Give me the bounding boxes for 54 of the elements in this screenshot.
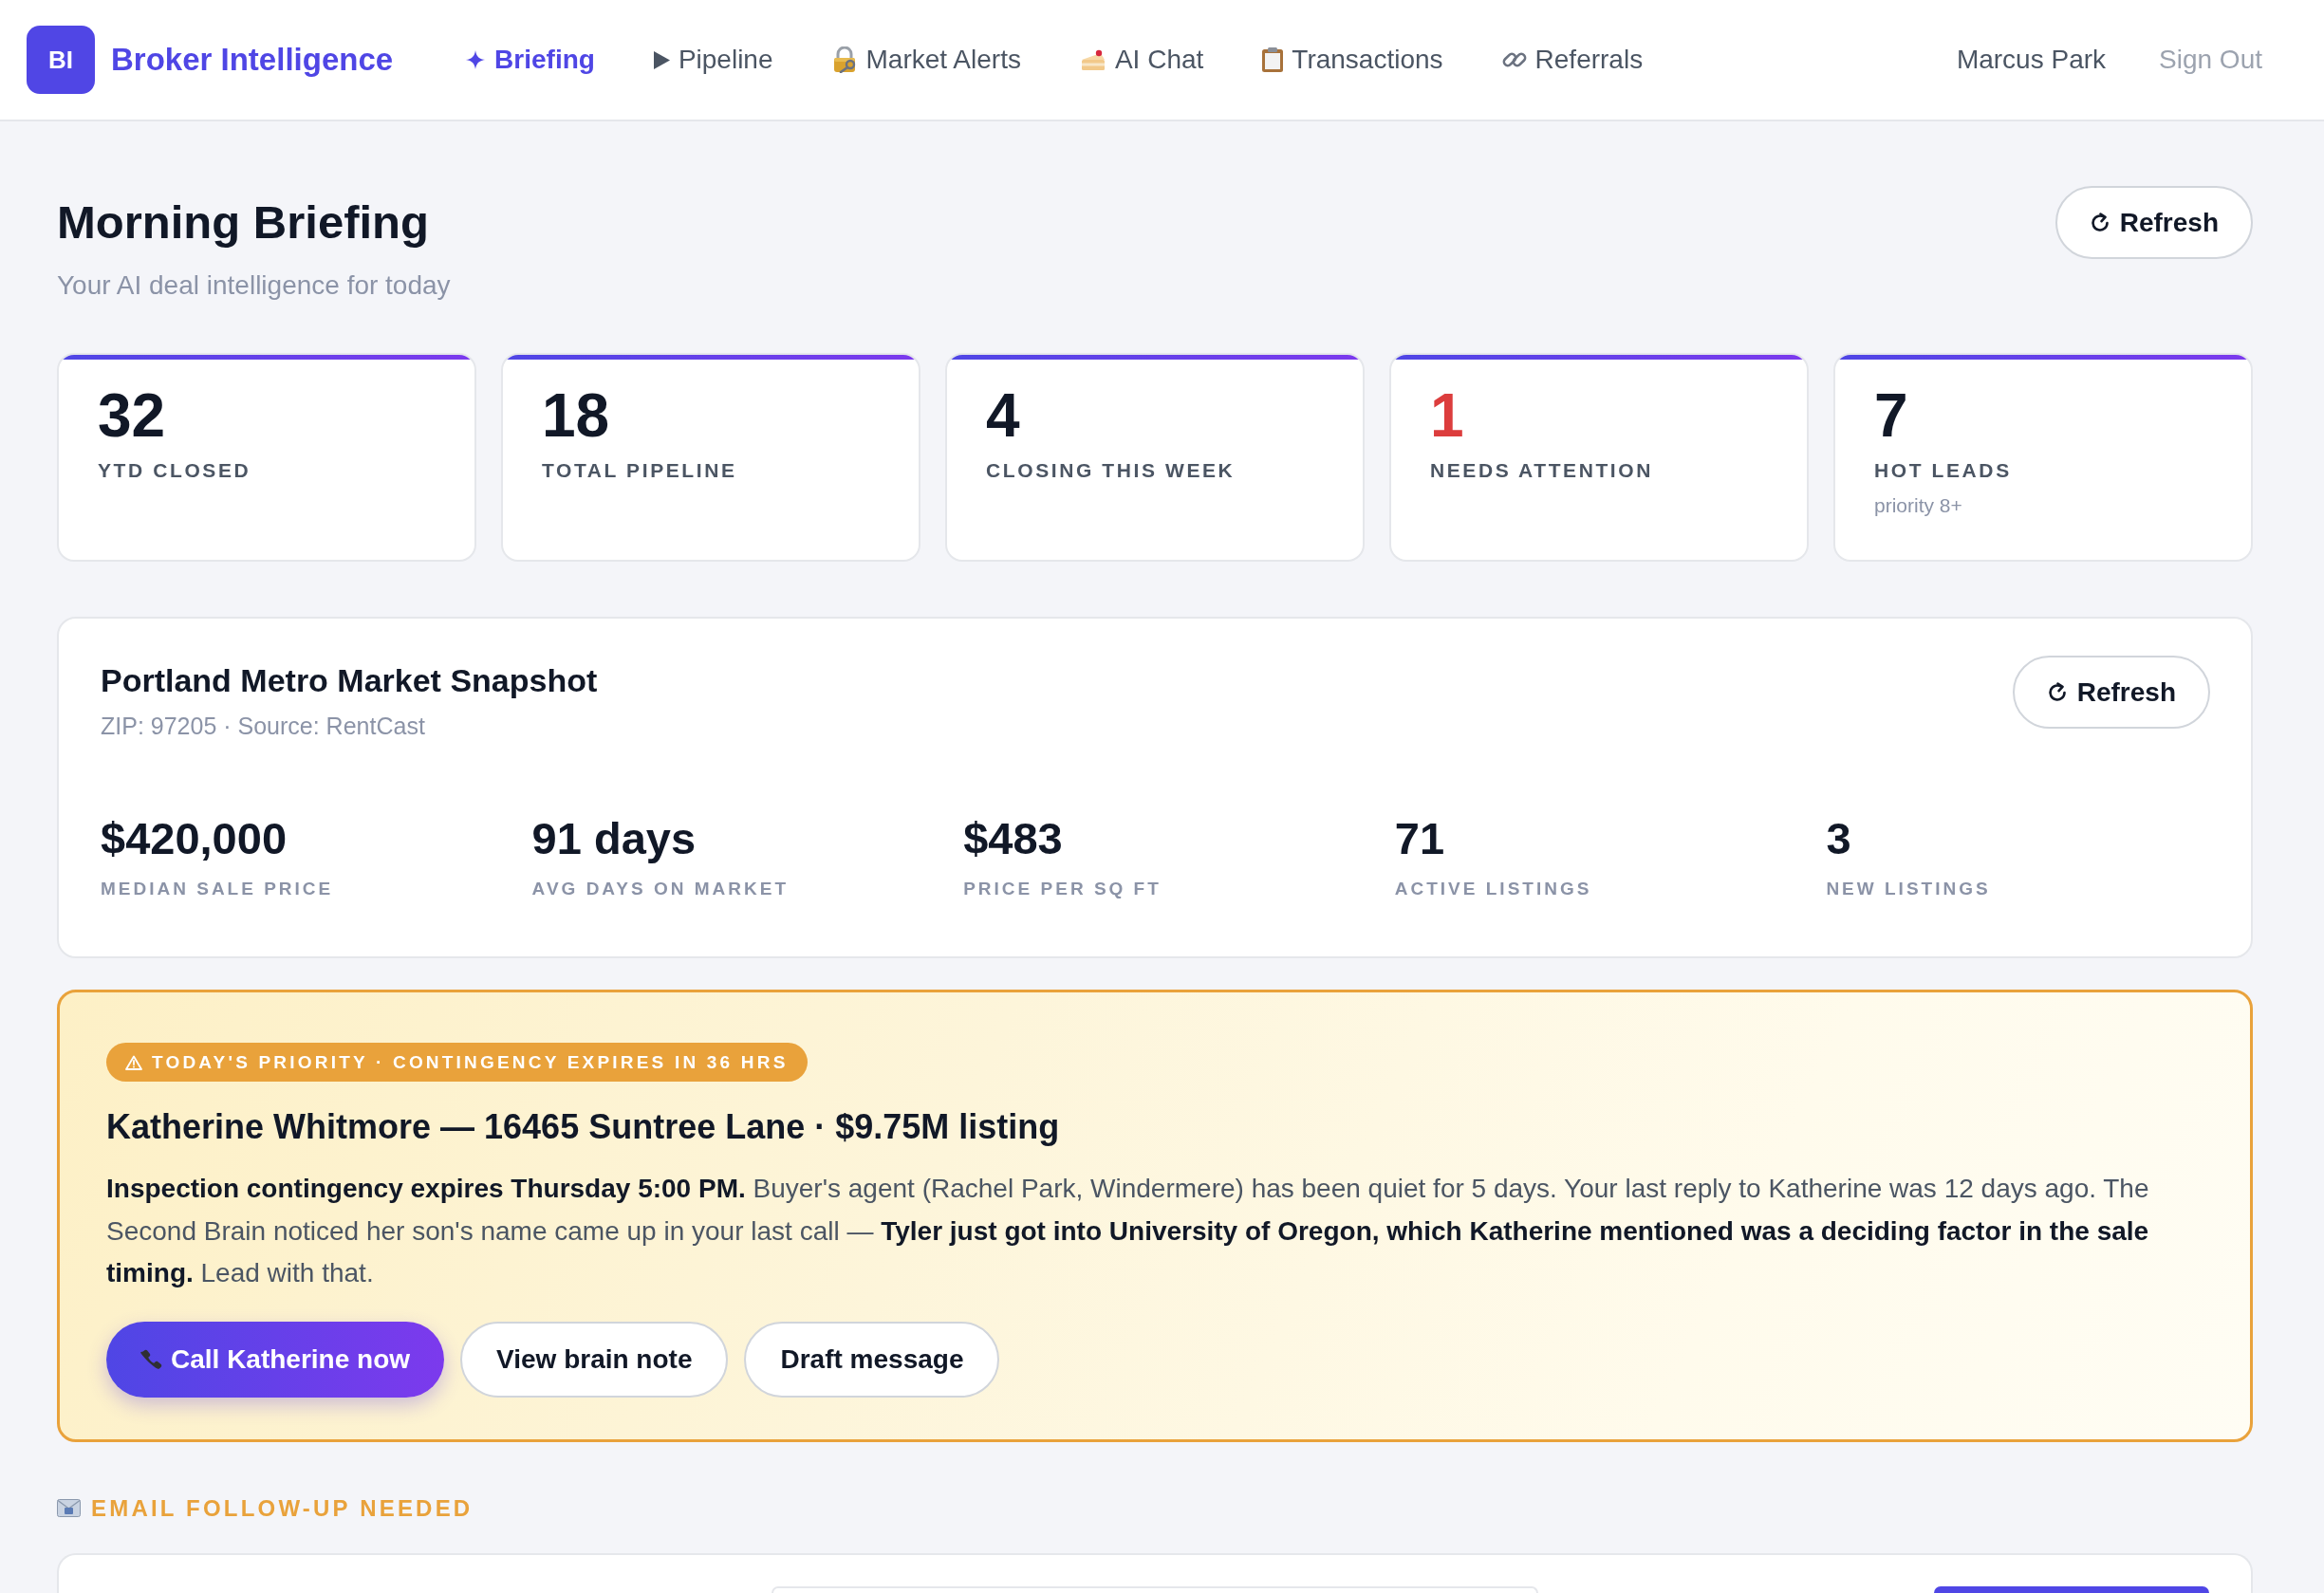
clipboard-icon (1262, 47, 1284, 72)
metric-label: MEDIAN SALE PRICE (101, 878, 335, 900)
nav-link[interactable]: AI Chat (1079, 45, 1204, 75)
page-title: Morning Briefing (57, 195, 430, 250)
stat-label: YTD CLOSED (98, 458, 252, 483)
action-button[interactable] (1934, 1585, 2209, 1593)
metric-value: 71 (1394, 812, 1446, 865)
action-button[interactable]: Call Katherine now (106, 1321, 445, 1398)
stat-label: NEEDS ATTENTION (1430, 458, 1654, 483)
metric-value: 3 (1826, 812, 1852, 865)
stat-value: 7 (1874, 381, 1909, 450)
metric-label: PRICE PER SQ FT (963, 878, 1162, 900)
card-subtitle: ZIP: 97205 · Source: RentCast (101, 712, 426, 741)
page-subtitle: Your AI deal intelligence for today (57, 269, 451, 302)
stat-label: TOTAL PIPELINE (542, 458, 738, 483)
refresh-icon (2046, 681, 2068, 703)
lock-key-icon (831, 46, 858, 73)
nav-link[interactable]: Transactions (1262, 45, 1443, 75)
badge-text: TODAY'S PRIORITY · CONTINGENCY EXPIRES IN 36 HRS (152, 1051, 789, 1073)
input-field[interactable] (772, 1585, 1538, 1593)
play-icon (653, 50, 670, 69)
metric-label: ACTIVE LISTINGS (1394, 878, 1593, 900)
refresh-button[interactable]: Refresh (2054, 186, 2253, 259)
stat-label: HOT LEADS (1874, 458, 2013, 483)
refresh-button[interactable]: Refresh (2012, 656, 2210, 729)
metric-label: NEW LISTINGS (1826, 878, 1992, 900)
nav-link[interactable]: Briefing (465, 45, 595, 75)
warning-icon (125, 1054, 142, 1070)
stat-value: 18 (542, 381, 611, 450)
refresh-icon (2089, 212, 2110, 233)
user-name: Marcus Park (1956, 45, 2107, 75)
priority-title: Katherine Whitmore — 16465 Suntree Lane · $9.75M listing (106, 1107, 1060, 1147)
nav-link[interactable]: Pipeline (653, 45, 773, 75)
metric-label: AVG DAYS ON MARKET (531, 878, 790, 900)
metric-value: $420,000 (101, 812, 288, 865)
stat-note: priority 8+ (1874, 494, 1963, 517)
nav-link[interactable]: Referrals (1501, 45, 1644, 75)
phone-icon (140, 1347, 163, 1371)
cake-slice-icon (1079, 48, 1106, 71)
stat-value: 1 (1430, 381, 1465, 450)
envelope-icon (57, 1499, 81, 1518)
nav-link[interactable]: Market Alerts (831, 45, 1021, 75)
action-button[interactable]: View brain note (460, 1321, 729, 1398)
stat-value: 4 (986, 381, 1021, 450)
stat-value: 32 (98, 381, 167, 450)
logo-mark: BI (27, 26, 95, 94)
action-button[interactable]: Draft message (744, 1321, 1000, 1398)
priority-message: Inspection contingency expires Thursday 5:00 PM. Buyer's agent (Rachel Park, Windermere) has been quiet for 5 days. Your last reply to Katherine was 12 days ago. The Second Brain noticed her son's name came up in your last call — Tyler just got into University of Oregon, which Katherine mentioned was a deciding factor in the sale timing. Lead with that. (106, 1173, 2150, 1290)
stat-label: CLOSING THIS WEEK (986, 458, 1236, 483)
metric-value: $483 (963, 812, 1064, 865)
metric-value: 91 days (531, 812, 697, 865)
section-heading: EMAIL FOLLOW-UP NEEDED (91, 1494, 474, 1522)
brand-name: Broker Intelligence (111, 42, 394, 78)
card-title: Portland Metro Market Snapshot (101, 661, 598, 699)
